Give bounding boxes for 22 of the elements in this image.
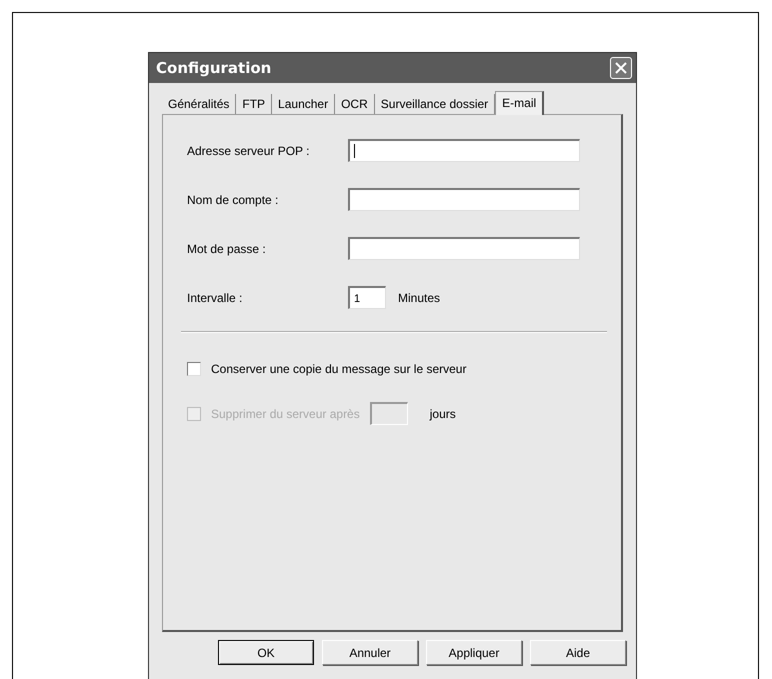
close-button[interactable] — [610, 57, 632, 79]
close-icon — [615, 62, 627, 74]
input-field[interactable]: 1 — [348, 286, 386, 309]
field-label: Nom de compte : — [187, 192, 280, 206]
dialog-button[interactable]: Appliquer — [426, 640, 522, 665]
input-field[interactable] — [348, 237, 580, 260]
unit-label: Minutes — [398, 290, 440, 304]
field-label: Adresse serveur POP : — [187, 144, 310, 158]
checkbox[interactable] — [187, 362, 201, 376]
field-label: Mot de passe : — [187, 242, 267, 256]
input-field[interactable] — [348, 139, 580, 162]
input-field[interactable] — [370, 402, 408, 425]
checkbox-label: Supprimer du serveur après — [211, 406, 360, 420]
dialog-button[interactable]: OK — [218, 640, 314, 665]
input-field[interactable] — [348, 188, 580, 211]
dialog-button[interactable]: Aide — [530, 640, 626, 665]
field-label: Intervalle : — [187, 290, 244, 304]
dialog-button[interactable]: Annuler — [322, 640, 418, 665]
tab[interactable]: E-mail — [495, 91, 544, 115]
unit-label: jours — [430, 406, 456, 420]
window-title: Configuration — [156, 59, 272, 77]
checkbox-label: Conserver une copie du message sur le serveur — [211, 362, 466, 376]
